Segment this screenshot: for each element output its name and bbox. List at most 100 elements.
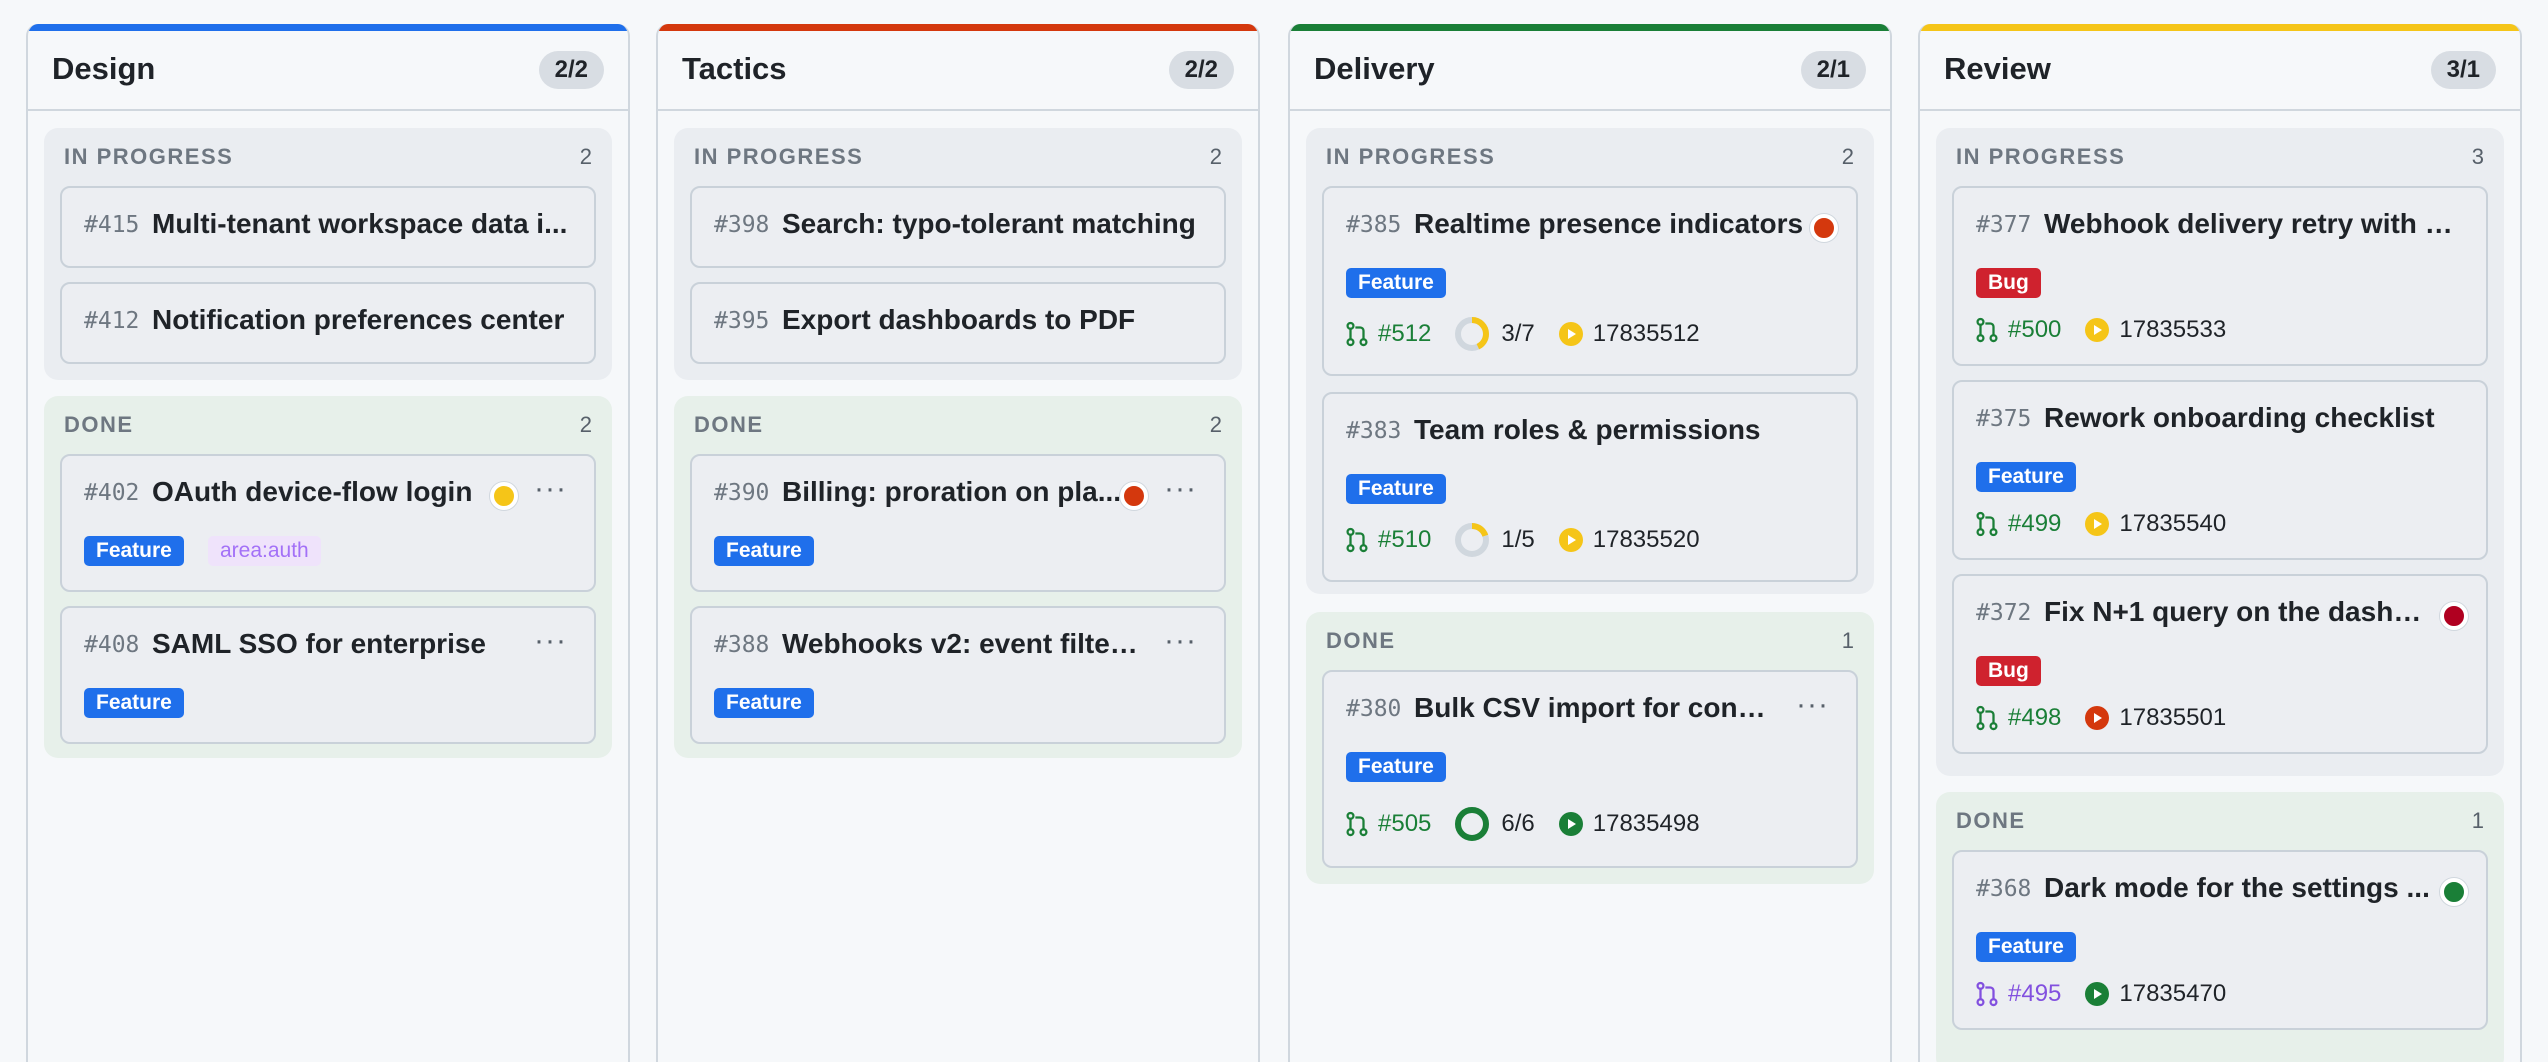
group-label[interactable]: IN PROGRESS bbox=[694, 144, 863, 170]
issue-card[interactable]: #375 Rework onboarding checklist Feature… bbox=[1952, 380, 2488, 560]
card-menu-button[interactable]: ··· bbox=[1796, 690, 1829, 720]
issue-number: #412 bbox=[84, 308, 140, 334]
group-done: DONE 2 #390 Billing: proration on pla...… bbox=[674, 396, 1242, 758]
label-tag: area:auth bbox=[208, 536, 321, 566]
issue-card[interactable]: #398 Search: typo-tolerant matching bbox=[690, 186, 1226, 268]
issue-title: Dark mode for the settings ... bbox=[2044, 872, 2430, 903]
run-id: 17835498 bbox=[1592, 810, 1700, 837]
group-label[interactable]: DONE bbox=[64, 412, 134, 438]
issue-title: Multi-tenant workspace data i... bbox=[152, 208, 568, 239]
group-label[interactable]: DONE bbox=[1326, 628, 1396, 654]
issue-number: #368 bbox=[1976, 876, 2032, 902]
column-color-bar bbox=[28, 24, 628, 31]
git-pull-request-icon bbox=[1976, 511, 1998, 537]
status-dot bbox=[2440, 878, 2468, 906]
workflow-run[interactable]: 17835533 bbox=[2085, 316, 2226, 344]
checks-progress-ring bbox=[1455, 523, 1490, 557]
card-meta: #512 3/7 17835512 bbox=[1344, 316, 1700, 352]
issue-card[interactable]: #380 Bulk CSV import for conta... ··· Fe… bbox=[1322, 670, 1858, 868]
column-title: Delivery bbox=[1314, 51, 1435, 86]
run-id: 17835512 bbox=[1592, 320, 1700, 347]
issue-number: #402 bbox=[84, 480, 140, 506]
issue-card[interactable]: #388 Webhooks v2: event filteri... ··· F… bbox=[690, 606, 1226, 744]
label-tag: Feature bbox=[1976, 462, 2076, 492]
git-pull-request-icon bbox=[1346, 527, 1368, 553]
issue-card[interactable]: #383 Team roles & permissions Feature #5… bbox=[1322, 392, 1858, 582]
column-header[interactable]: Tactics 2/2 bbox=[658, 31, 1258, 111]
run-id: 17835470 bbox=[2119, 980, 2227, 1007]
card-menu-button[interactable]: ··· bbox=[534, 474, 567, 504]
pull-request-link[interactable]: #499 bbox=[1974, 510, 2061, 538]
issue-card[interactable]: #372 Fix N+1 query on the dashbo... Bug … bbox=[1952, 574, 2488, 754]
run-id: 17835533 bbox=[2119, 316, 2227, 343]
issue-card[interactable]: #395 Export dashboards to PDF bbox=[690, 282, 1226, 364]
issue-title: Team roles & permissions bbox=[1414, 414, 1761, 445]
issue-card[interactable]: #377 Webhook delivery retry with b... Bu… bbox=[1952, 186, 2488, 366]
issue-card[interactable]: #385 Realtime presence indicators Featur… bbox=[1322, 186, 1858, 376]
card-meta: #499 17835540 bbox=[1974, 506, 2226, 542]
column-header[interactable]: Design 2/2 bbox=[28, 31, 628, 111]
card-menu-button[interactable]: ··· bbox=[1164, 474, 1197, 504]
column-count-badge: 2/2 bbox=[538, 51, 604, 89]
card-meta: #498 17835501 bbox=[1974, 700, 2226, 736]
workflow-run[interactable]: 17835540 bbox=[2085, 510, 2226, 538]
group-count: 1 bbox=[1841, 628, 1854, 653]
label-tag: Feature bbox=[714, 536, 814, 566]
card-meta: #510 1/5 17835520 bbox=[1344, 522, 1700, 558]
issue-title: Search: typo-tolerant matching bbox=[782, 208, 1196, 239]
pull-request-link[interactable]: #500 bbox=[1974, 316, 2061, 344]
pr-number: #498 bbox=[2008, 704, 2062, 731]
workflow-run[interactable]: 17835498 bbox=[1558, 810, 1700, 838]
pull-request-link[interactable]: #498 bbox=[1974, 704, 2061, 732]
issue-card[interactable]: #415 Multi-tenant workspace data i... bbox=[60, 186, 596, 268]
pull-request-link[interactable]: #510 bbox=[1344, 526, 1431, 554]
run-id: 17835501 bbox=[2119, 704, 2227, 731]
issue-title: Webhooks v2: event filteri... bbox=[782, 628, 1142, 659]
checks-progress-ring bbox=[1455, 317, 1490, 351]
issue-card[interactable]: #368 Dark mode for the settings ... Feat… bbox=[1952, 850, 2488, 1030]
card-menu-button[interactable]: ··· bbox=[1164, 626, 1197, 656]
column-header[interactable]: Review 3/1 bbox=[1920, 31, 2520, 111]
group-label[interactable]: IN PROGRESS bbox=[64, 144, 233, 170]
issue-card[interactable]: #390 Billing: proration on pla... ··· Fe… bbox=[690, 454, 1226, 592]
column-title: Tactics bbox=[682, 51, 787, 86]
label-tag: Bug bbox=[1976, 656, 2041, 686]
group-label[interactable]: DONE bbox=[694, 412, 764, 438]
git-pull-request-icon bbox=[1976, 317, 1998, 343]
play-icon bbox=[2085, 982, 2110, 1006]
pull-request-link[interactable]: #495 bbox=[1974, 980, 2061, 1008]
pr-number: #510 bbox=[1378, 526, 1432, 553]
pr-number: #505 bbox=[1378, 810, 1432, 837]
issue-card[interactable]: #412 Notification preferences center bbox=[60, 282, 596, 364]
status-dot bbox=[1120, 482, 1148, 510]
group-label[interactable]: IN PROGRESS bbox=[1956, 144, 2125, 170]
issue-card[interactable]: #408 SAML SSO for enterprise ··· Feature bbox=[60, 606, 596, 744]
ring-fill bbox=[1455, 807, 1490, 841]
pr-number: #512 bbox=[1378, 320, 1432, 347]
issue-card[interactable]: #402 OAuth device-flow login ··· Feature… bbox=[60, 454, 596, 592]
group-count: 2 bbox=[579, 144, 592, 169]
play-icon bbox=[2085, 318, 2110, 342]
play-icon bbox=[2085, 512, 2110, 536]
label-tag: Feature bbox=[84, 536, 184, 566]
group-in-progress: IN PROGRESS 2 #385 Realtime presence ind… bbox=[1306, 128, 1874, 594]
workflow-run[interactable]: 17835470 bbox=[2085, 980, 2226, 1008]
workflow-run[interactable]: 17835520 bbox=[1558, 526, 1700, 554]
label-tag: Feature bbox=[1346, 268, 1446, 298]
git-pull-request-icon bbox=[1346, 811, 1368, 837]
group-done: DONE 1 #368 Dark mode for the settings .… bbox=[1936, 792, 2504, 1062]
group-label[interactable]: IN PROGRESS bbox=[1326, 144, 1495, 170]
label-tag: Feature bbox=[1976, 932, 2076, 962]
group-label[interactable]: DONE bbox=[1956, 808, 2026, 834]
issue-number: #388 bbox=[714, 632, 770, 658]
pull-request-link[interactable]: #512 bbox=[1344, 320, 1431, 348]
pull-request-link[interactable]: #505 bbox=[1344, 810, 1431, 838]
issue-number: #415 bbox=[84, 212, 140, 238]
workflow-run[interactable]: 17835501 bbox=[2085, 704, 2226, 732]
card-menu-button[interactable]: ··· bbox=[534, 626, 567, 656]
column-header[interactable]: Delivery 2/1 bbox=[1290, 31, 1890, 111]
workflow-run[interactable]: 17835512 bbox=[1558, 320, 1700, 348]
issue-number: #377 bbox=[1976, 212, 2032, 238]
column-design: Design 2/2 IN PROGRESS 2 #415 Multi-tena… bbox=[26, 24, 630, 1062]
pr-number: #499 bbox=[2008, 510, 2062, 537]
